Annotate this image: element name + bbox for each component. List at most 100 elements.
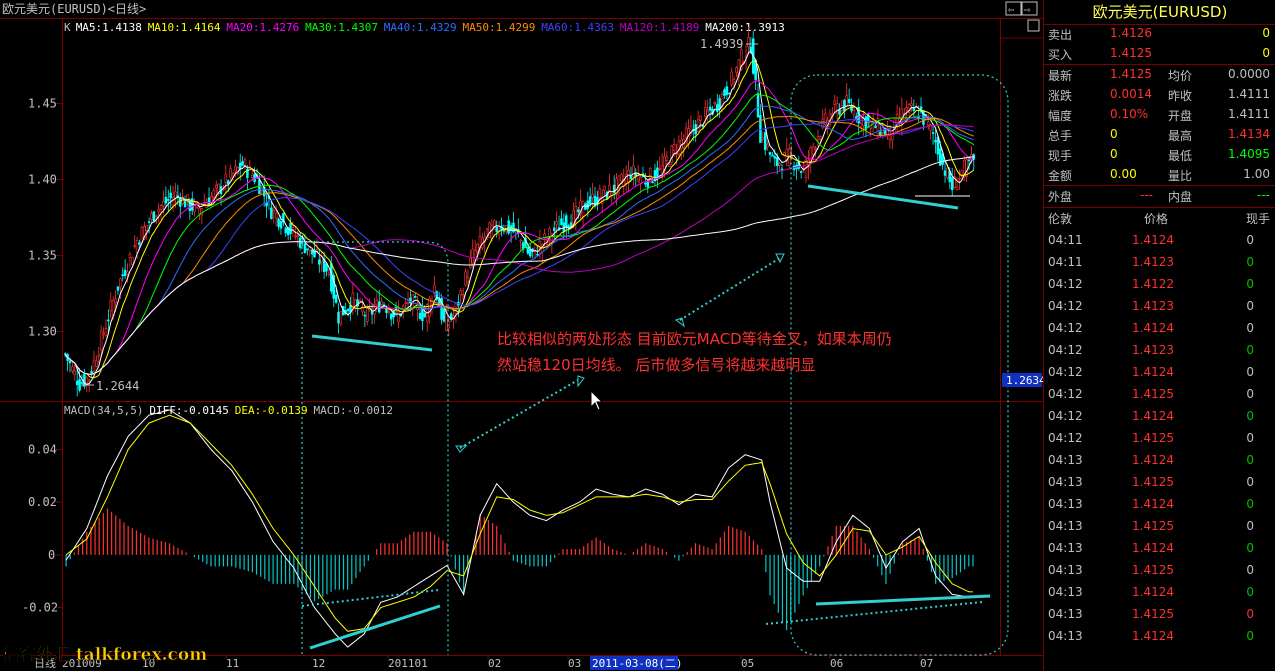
low-label: 1.2644: [96, 379, 139, 393]
candle-body: [967, 159, 971, 162]
candle-body: [83, 374, 86, 387]
tick-time: 04:11: [1048, 233, 1083, 247]
candle-body: [150, 213, 153, 220]
candle-body: [946, 167, 949, 178]
candle-body: [385, 308, 388, 313]
candle-body: [926, 121, 930, 126]
candle-body: [493, 220, 496, 227]
candle-body: [891, 134, 894, 141]
outer-inner-row: 外盘 --- 内盘 ---: [1044, 186, 1275, 206]
candle-body: [469, 257, 472, 268]
candle-body: [970, 154, 973, 159]
candle-body: [651, 181, 654, 184]
legend-item: MA40:1.4329: [384, 21, 457, 34]
tick-time: 04:11: [1048, 255, 1083, 269]
candle-body: [864, 116, 868, 130]
x-tick-label: 201101: [388, 657, 428, 670]
outer-value: ---: [1140, 188, 1153, 202]
candle-body: [763, 132, 767, 151]
candle-body: [603, 185, 606, 191]
high-label: 1.4939: [700, 37, 743, 51]
candle-body: [843, 100, 846, 112]
tick-vol: 0: [1246, 629, 1254, 643]
candle-body: [169, 192, 172, 199]
tick-time: 04:12: [1048, 365, 1083, 379]
maximize-button[interactable]: [1027, 19, 1040, 32]
candle-body: [119, 278, 122, 288]
candle-body: [68, 360, 72, 364]
ticks-header-vol: 现手: [1245, 212, 1270, 226]
nav-prev-icon: ⇦: [1008, 3, 1015, 16]
candle-body: [591, 193, 594, 198]
candle-body: [646, 181, 650, 188]
bid-vol: 0: [1262, 46, 1270, 60]
candle-body: [629, 176, 633, 179]
candle-body: [145, 225, 148, 231]
tick-time: 04:13: [1048, 453, 1083, 467]
stat-label: 现手: [1048, 149, 1073, 163]
tick-time: 04:13: [1048, 607, 1083, 621]
ask-row: 卖出 1.4126 0: [1044, 24, 1275, 44]
inner-label: 内盘: [1168, 190, 1193, 204]
candle-body: [811, 146, 815, 155]
candle-body: [179, 198, 182, 207]
candle-body: [126, 271, 129, 275]
tick-row: 04:13 1.4124 0: [1044, 494, 1275, 516]
candle-body: [330, 263, 333, 292]
stat-row: 幅度 0.10% 开盘 1.4111: [1044, 105, 1275, 125]
candle-body: [780, 168, 784, 171]
tick-price: 1.4124: [1132, 541, 1174, 555]
price-tick-label: 1.40: [28, 173, 57, 187]
candle-body: [461, 294, 465, 297]
x-tick-label: 07: [920, 657, 933, 670]
price-tick-label: 1.30: [28, 325, 57, 339]
candle-body: [123, 269, 127, 277]
candle-body: [718, 98, 721, 109]
x-tick-label: 02: [488, 657, 501, 670]
stat-value: 0: [1110, 147, 1118, 161]
candle-body: [397, 311, 400, 323]
macd-legend: MACD(34,5,5) DIFF:-0.0145 DEA:-0.0139 MACD:…: [64, 404, 393, 417]
candle-body: [495, 226, 498, 232]
candle-body: [620, 174, 623, 182]
stat-label: 最新: [1048, 69, 1073, 83]
macd-tick-label: -0.02: [22, 601, 58, 615]
stat-label: 最高: [1168, 129, 1193, 143]
candle-body: [214, 184, 218, 189]
candle-body: [833, 100, 837, 105]
stat-label: 昨收: [1168, 89, 1193, 103]
tick-vol: 0: [1246, 343, 1254, 357]
candle-body: [553, 227, 556, 231]
candle-body: [241, 161, 244, 166]
candle-body: [476, 243, 479, 252]
candle-body: [147, 221, 151, 223]
ticks-header-time: 伦敦: [1048, 212, 1073, 226]
tick-vol: 0: [1246, 233, 1254, 247]
candle-body: [845, 94, 848, 106]
tick-price: 1.4125: [1132, 519, 1174, 533]
legend-item: MA200:1.3913: [705, 21, 784, 34]
kline-chart[interactable]: 欧元美元(EURUSD)<日线> ⇦ ⇨ K MA5:1.4138 MA10:1.4…: [0, 0, 1043, 671]
nav-next-icon: ⇨: [1024, 3, 1031, 16]
tick-row: 04:12 1.4123 0: [1044, 340, 1275, 362]
stat-label: 最低: [1168, 149, 1193, 163]
candle-body: [459, 290, 463, 295]
candle-body: [564, 215, 568, 228]
tick-vol: 0: [1246, 365, 1254, 379]
tick-price: 1.4124: [1132, 233, 1174, 247]
candle-body: [931, 132, 935, 134]
candle-body: [464, 271, 467, 286]
tick-price: 1.4124: [1132, 409, 1174, 423]
tick-time: 04:13: [1048, 563, 1083, 577]
candle-body: [363, 314, 367, 317]
candle-body: [315, 249, 319, 252]
ask-label: 卖出: [1048, 28, 1073, 42]
candle-body: [704, 107, 707, 117]
candle-body: [936, 136, 940, 155]
candle-body: [210, 195, 213, 203]
tick-time: 04:13: [1048, 519, 1083, 533]
inner-value: ---: [1257, 188, 1270, 202]
x-tick-label: 03: [568, 657, 581, 670]
candle-body: [306, 248, 309, 251]
tick-time: 04:12: [1048, 387, 1083, 401]
